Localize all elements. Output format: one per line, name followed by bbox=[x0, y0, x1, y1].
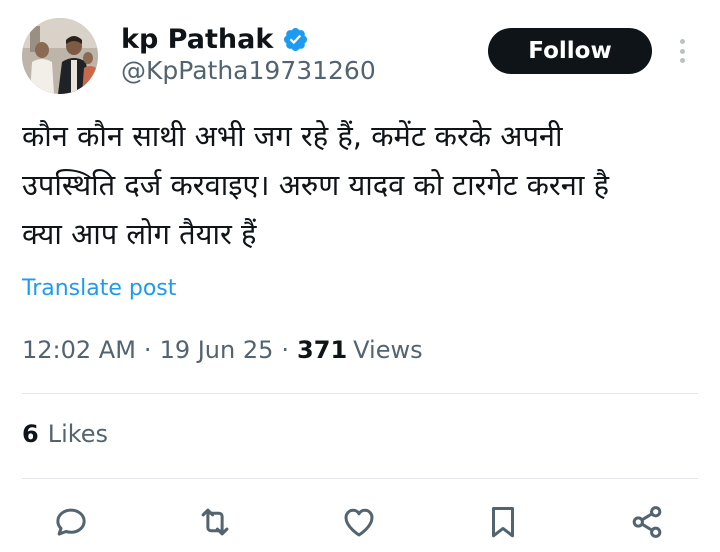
author-display-name[interactable]: kp Pathak bbox=[121, 24, 273, 55]
views-label[interactable]: Views bbox=[353, 336, 422, 364]
likes-count: 6 bbox=[22, 420, 39, 448]
meta-separator: · bbox=[143, 336, 152, 364]
share-icon[interactable] bbox=[625, 500, 669, 544]
translate-post-link[interactable]: Translate post bbox=[22, 276, 176, 301]
more-dot bbox=[679, 48, 685, 54]
tweet-date[interactable]: 19 Jun 25 bbox=[160, 336, 274, 364]
like-heart-icon[interactable] bbox=[337, 500, 381, 544]
reply-icon[interactable] bbox=[49, 500, 93, 544]
likes-label: Likes bbox=[47, 420, 109, 448]
author-handle[interactable]: @KpPatha19731260 bbox=[121, 56, 376, 85]
follow-button[interactable]: Follow bbox=[488, 28, 652, 74]
likes-stat[interactable]: 6 Likes bbox=[22, 420, 108, 448]
action-bar bbox=[0, 500, 720, 544]
divider bbox=[22, 393, 698, 394]
tweet-time[interactable]: 12:02 AM bbox=[22, 336, 136, 364]
author-name-row[interactable]: kp Pathak bbox=[121, 21, 309, 57]
divider bbox=[22, 478, 698, 479]
more-dot bbox=[679, 39, 685, 44]
views-count[interactable]: 371 bbox=[297, 336, 347, 364]
more-dot bbox=[679, 58, 685, 63]
user-avatar-photo bbox=[22, 18, 98, 94]
more-vertical-icon[interactable] bbox=[672, 36, 692, 66]
repost-icon[interactable] bbox=[193, 500, 237, 544]
meta-separator: · bbox=[281, 336, 290, 364]
bookmark-icon[interactable] bbox=[481, 500, 525, 544]
tweet-text: कौन कौन साथी अभी जग रहे हैं, कमेंट करके … bbox=[22, 119, 610, 251]
verified-badge-icon bbox=[282, 26, 309, 53]
tweet-metadata: 12:02 AM · 19 Jun 25 · 371 Views bbox=[22, 336, 423, 364]
avatar[interactable] bbox=[22, 18, 98, 94]
